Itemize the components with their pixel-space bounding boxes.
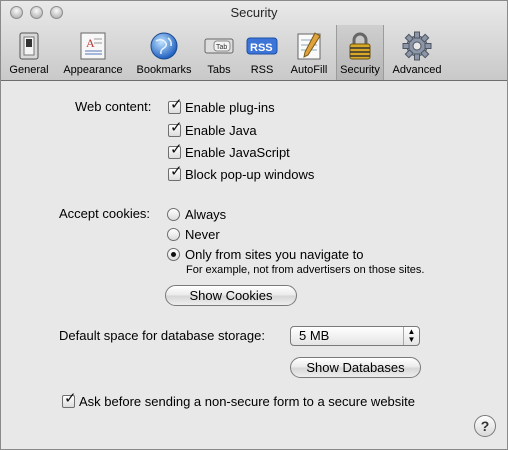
gear-icon (402, 31, 432, 61)
toolbar: Security General A Appearance Bookmarks … (1, 1, 507, 81)
autofill-pencil-icon (297, 32, 321, 60)
toolbar-item-security[interactable]: Security (336, 25, 384, 80)
ask-nonsecure-form-checkbox[interactable]: ✓ Ask before sending a non-secure form t… (62, 390, 416, 410)
cookies-only-visited-label: Only from sites you navigate to (185, 246, 364, 262)
checkbox-box[interactable]: ✓ (168, 119, 183, 137)
cookies-always-label: Always (185, 206, 227, 222)
web-content-label: Web content: (75, 99, 152, 114)
radio-selected-dot (171, 251, 176, 257)
enable-java-checkbox[interactable]: ✓ Enable Java (168, 119, 257, 139)
cookies-never-label: Never (185, 226, 220, 242)
checkbox-box[interactable]: ✓ (168, 163, 183, 181)
toolbar-label-autofill: AutoFill (290, 64, 328, 76)
checkbox-box[interactable]: ✓ (168, 141, 183, 159)
radio-button[interactable] (167, 247, 180, 261)
toolbar-label-appearance: Appearance (63, 64, 123, 76)
checkmark-icon: ✓ (64, 389, 77, 407)
appearance-icon: A (80, 32, 106, 60)
toolbar-label-general: General (9, 64, 49, 76)
preferences-window: Security General A Appearance Bookmarks … (0, 0, 508, 450)
toolbar-item-bookmarks[interactable]: Bookmarks (131, 27, 197, 79)
toolbar-label-advanced: Advanced (392, 64, 442, 76)
general-switch-icon (19, 32, 39, 60)
database-storage-value: 5 MB (299, 328, 330, 343)
block-popups-label: Block pop-up windows (185, 166, 315, 182)
enable-javascript-checkbox[interactable]: ✓ Enable JavaScript (168, 141, 290, 161)
checkmark-icon: ✓ (170, 140, 183, 158)
enable-plugins-label: Enable plug-ins (185, 99, 275, 115)
toolbar-item-advanced[interactable]: Advanced (388, 27, 446, 79)
checkmark-icon: ✓ (170, 95, 183, 113)
cookies-always-radio[interactable]: Always (167, 205, 226, 223)
padlock-icon (349, 32, 371, 60)
toolbar-item-general[interactable]: General (5, 27, 53, 79)
cookies-never-radio[interactable]: Never (167, 225, 220, 243)
help-button[interactable]: ? (474, 415, 496, 437)
toolbar-item-autofill[interactable]: AutoFill (284, 27, 334, 79)
enable-plugins-checkbox[interactable]: ✓ Enable plug-ins (168, 96, 275, 116)
toolbar-label-rss: RSS (250, 64, 274, 76)
toolbar-label-security: Security (340, 64, 380, 76)
toolbar-label-bookmarks: Bookmarks (136, 64, 192, 76)
show-databases-button[interactable]: Show Databases (290, 357, 421, 378)
toolbar-label-tabs: Tabs (207, 64, 231, 76)
updown-arrows-icon: ▲ ▼ (403, 327, 419, 345)
globe-icon (150, 32, 178, 60)
show-cookies-button[interactable]: Show Cookies (165, 285, 297, 306)
radio-button[interactable] (167, 227, 180, 241)
cookies-note: For example, not from advertisers on tho… (186, 264, 425, 276)
svg-text:RSS: RSS (250, 42, 273, 54)
toolbar-item-rss[interactable]: RSS RSS (243, 27, 281, 79)
svg-text:Tab: Tab (216, 44, 227, 51)
enable-java-label: Enable Java (185, 122, 257, 138)
database-storage-select[interactable]: 5 MB ▲ ▼ (290, 326, 420, 346)
checkmark-icon: ✓ (170, 118, 183, 136)
radio-button[interactable] (167, 207, 180, 221)
rss-icon: RSS (246, 37, 278, 55)
toolbar-item-tabs[interactable]: Tab Tabs (199, 27, 239, 79)
enable-javascript-label: Enable JavaScript (185, 144, 290, 160)
cookies-only-visited-radio[interactable]: Only from sites you navigate to (167, 245, 363, 263)
checkbox-box[interactable]: ✓ (62, 390, 77, 408)
accept-cookies-label: Accept cookies: (59, 206, 151, 221)
tabs-icon: Tab (204, 38, 234, 54)
checkmark-icon: ✓ (170, 162, 183, 180)
ask-nonsecure-form-label: Ask before sending a non-secure form to … (79, 393, 416, 409)
block-popups-checkbox[interactable]: ✓ Block pop-up windows (168, 163, 315, 183)
checkbox-box[interactable]: ✓ (168, 96, 183, 114)
window-title: Security (230, 5, 278, 20)
database-storage-label: Default space for database storage: (59, 328, 265, 343)
toolbar-item-appearance[interactable]: A Appearance (57, 27, 129, 79)
svg-text:A: A (86, 36, 95, 50)
